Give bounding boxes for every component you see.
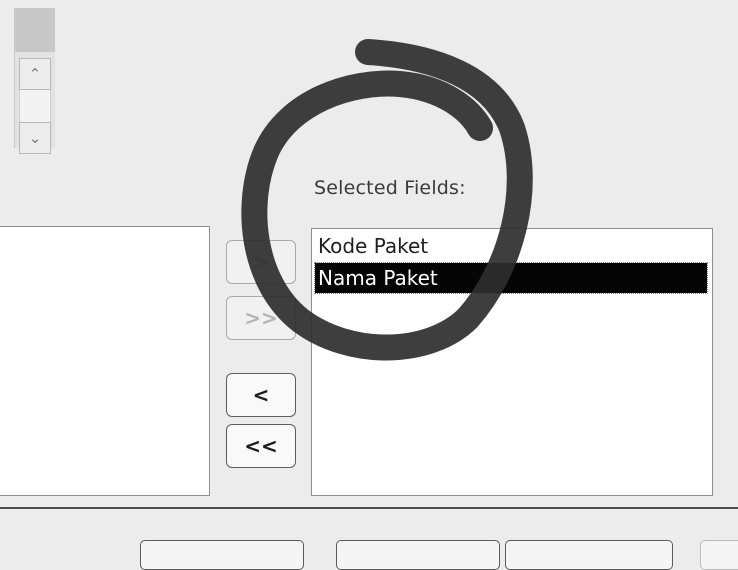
remove-all-fields-label: << xyxy=(244,434,278,458)
footer-button-4[interactable] xyxy=(700,540,738,570)
footer-button-1[interactable] xyxy=(140,540,304,570)
scroll-thumb[interactable] xyxy=(15,8,55,52)
remove-all-fields-button[interactable]: << xyxy=(226,424,296,468)
add-all-fields-label: >> xyxy=(244,306,278,330)
section-divider xyxy=(0,507,738,509)
available-fields-scrollbar[interactable]: ⌃ ⌄ xyxy=(14,8,55,154)
remove-field-button[interactable]: < xyxy=(226,373,296,417)
scroll-track[interactable] xyxy=(19,90,51,122)
list-item-selected[interactable]: Nama Paket xyxy=(314,262,708,294)
add-all-fields-button[interactable]: >> xyxy=(226,296,296,340)
selected-fields-label: Selected Fields: xyxy=(314,177,466,199)
remove-field-label: < xyxy=(252,383,270,407)
available-fields-list[interactable] xyxy=(0,226,210,496)
scroll-down-button[interactable]: ⌄ xyxy=(19,122,51,154)
selected-fields-list[interactable]: Kode Paket Nama Paket xyxy=(311,228,713,496)
scroll-up-button[interactable]: ⌃ xyxy=(19,58,51,90)
add-field-button[interactable]: > xyxy=(226,240,296,284)
add-field-label: > xyxy=(252,250,270,274)
footer-button-3[interactable] xyxy=(505,540,673,570)
chevron-down-icon: ⌄ xyxy=(28,129,42,147)
list-item[interactable]: Kode Paket xyxy=(315,231,707,261)
chevron-up-icon: ⌃ xyxy=(28,65,42,83)
footer-button-2[interactable] xyxy=(336,540,500,570)
